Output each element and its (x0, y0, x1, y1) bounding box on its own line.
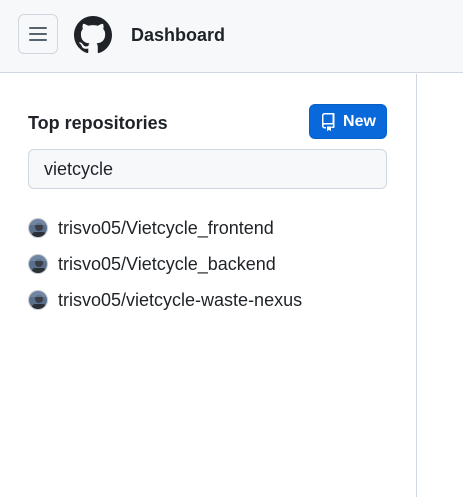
repo-link[interactable]: trisvo05/vietcycle-waste-nexus (58, 288, 302, 312)
menu-button[interactable] (18, 14, 58, 54)
repository-list: trisvo05/Vietcycle_frontend trisvo05/Vie… (28, 210, 398, 318)
list-item[interactable]: trisvo05/Vietcycle_backend (28, 246, 398, 282)
new-button-label: New (343, 112, 376, 130)
page-title[interactable]: Dashboard (131, 23, 225, 47)
repo-link[interactable]: trisvo05/Vietcycle_frontend (58, 216, 274, 240)
github-logo-icon[interactable] (74, 16, 112, 54)
hamburger-icon (29, 26, 47, 42)
avatar (28, 218, 48, 238)
list-item[interactable]: trisvo05/vietcycle-waste-nexus (28, 282, 398, 318)
avatar (28, 254, 48, 274)
new-repository-button[interactable]: New (309, 104, 387, 139)
app-header: Dashboard (0, 0, 463, 73)
sidebar: Top repositories New trisvo05/Vietcycle_… (0, 74, 417, 497)
top-repositories-heading: Top repositories (28, 113, 168, 133)
main-content (418, 74, 463, 497)
repo-link[interactable]: trisvo05/Vietcycle_backend (58, 252, 276, 276)
list-item[interactable]: trisvo05/Vietcycle_frontend (28, 210, 398, 246)
repo-icon (320, 112, 336, 131)
avatar (28, 290, 48, 310)
repository-search-input[interactable] (28, 149, 387, 189)
